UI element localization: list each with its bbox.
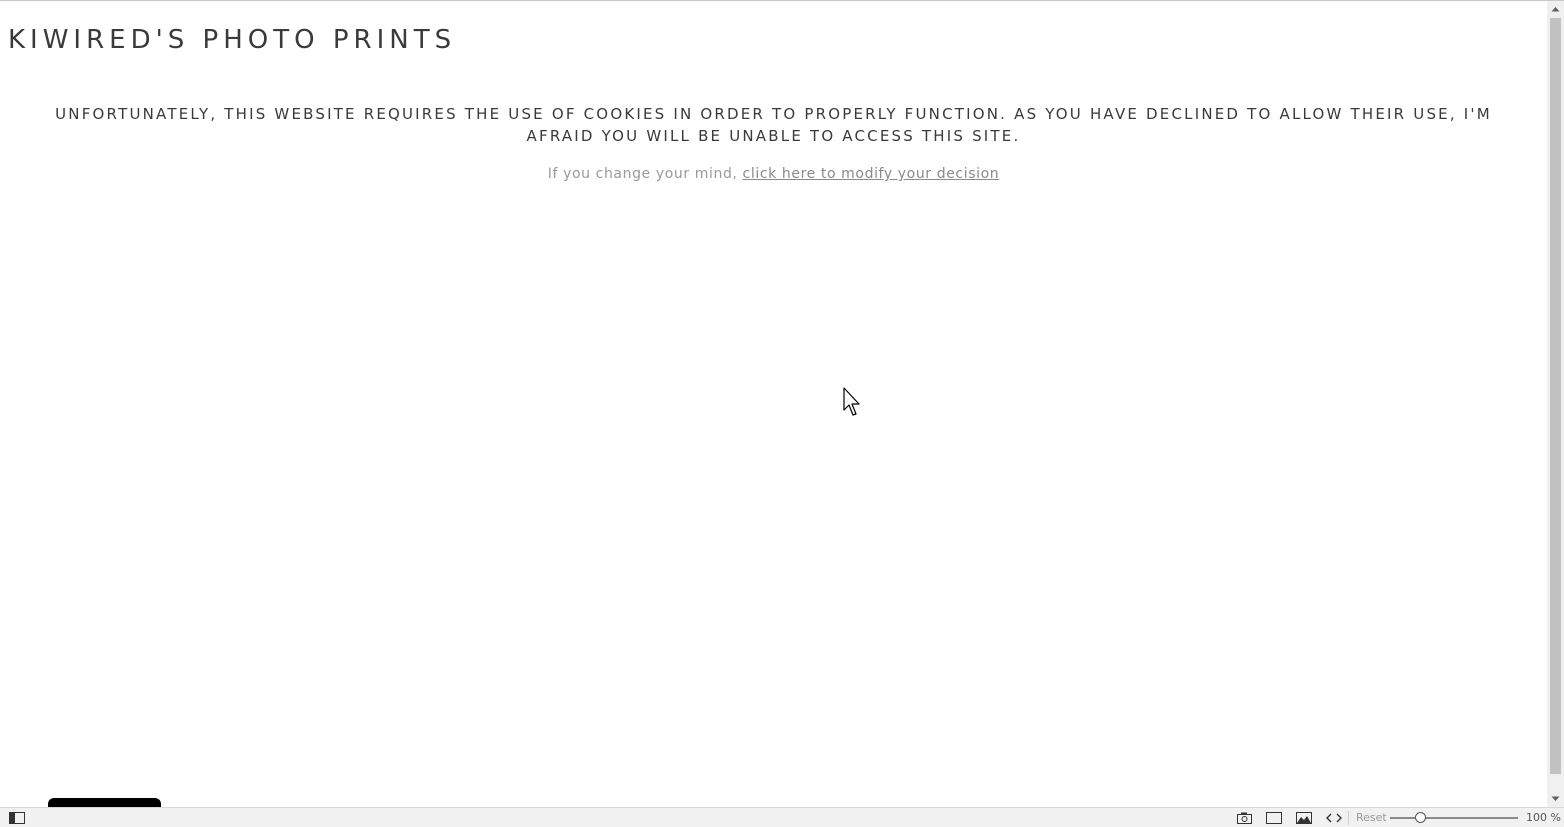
modify-decision-link[interactable]: click here to modify your decision (743, 166, 1000, 182)
camera-icon[interactable] (1235, 810, 1253, 826)
window-icon[interactable] (1265, 810, 1283, 826)
image-icon[interactable] (1295, 810, 1313, 826)
vertical-scrollbar[interactable] (1547, 1, 1564, 807)
change-decision-line: If you change your mind, click here to m… (0, 166, 1547, 182)
mouse-cursor-icon (843, 387, 860, 416)
zoom-slider[interactable] (1390, 812, 1518, 824)
zoom-slider-knob[interactable] (1415, 812, 1427, 823)
zoom-slider-track (1390, 817, 1518, 819)
scroll-up-icon[interactable] (1547, 1, 1564, 17)
page-viewport: KIWIRED'S PHOTO PRINTS UNFORTUNATELY, TH… (0, 1, 1547, 807)
code-icon[interactable] (1325, 810, 1343, 826)
scroll-down-icon[interactable] (1547, 791, 1564, 807)
scrollbar-thumb[interactable] (1550, 18, 1561, 774)
cookie-declined-message: UNFORTUNATELY, THIS WEBSITE REQUIRES THE… (55, 105, 1492, 145)
site-title[interactable]: KIWIRED'S PHOTO PRINTS (8, 25, 456, 55)
bottom-tab[interactable] (48, 798, 161, 807)
panel-toggle-icon[interactable] (8, 810, 26, 826)
zoom-reset-button[interactable]: Reset (1356, 811, 1387, 824)
status-divider (1348, 811, 1349, 825)
zoom-level-label: 100 % (1526, 811, 1561, 824)
browser-status-bar: Reset 100 % (0, 807, 1564, 827)
change-decision-prefix: If you change your mind, (547, 166, 743, 182)
